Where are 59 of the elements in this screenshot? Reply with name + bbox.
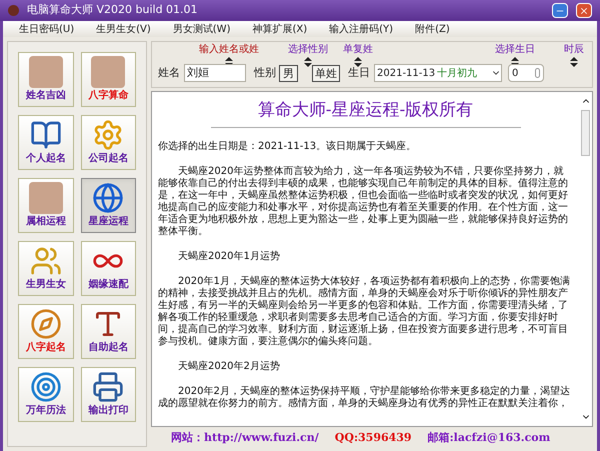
hint-label: 单复姓 [343,42,373,57]
tool-button[interactable]: 星座运程 [80,178,136,233]
tool-button[interactable]: 属相运程 [18,178,74,233]
globe-icon [91,182,126,214]
menu-item[interactable]: 生日密码(U) [19,22,74,36]
photo-placeholder [28,56,63,88]
minimize-button[interactable] [552,3,568,18]
close-icon [579,6,589,16]
photo-placeholder [91,56,126,88]
tool-button[interactable]: 输出打印 [80,367,136,422]
gender-label: 性别 [254,64,276,81]
window-title: 电脑算命大师 V2020 build 01.01 [27,2,199,18]
tool-button[interactable]: 公司起名 [80,115,136,170]
name-label: 姓名 [158,64,180,81]
pointer-icon [570,57,578,67]
birthday-select[interactable]: 2021-11-13 十月初九 [374,64,502,82]
close-button[interactable] [576,3,592,18]
printer-icon [91,371,126,403]
book-icon [28,119,63,151]
content-paragraph: 天蝎座2020年1月运势 [177,250,281,262]
surname-button[interactable]: 单姓 [312,64,340,82]
tool-button[interactable]: 姻缘速配 [80,241,136,296]
pointer-icon [304,57,312,67]
menu-item[interactable]: 男女测试(W) [172,22,230,36]
footer-text: 网站：http://www.fuzi.cn/ [171,430,319,446]
target-icon [28,371,63,403]
tool-button[interactable]: 八字算命 [80,52,136,107]
footer-text: QQ:3596439 [334,430,412,446]
menu-item[interactable]: 输入注册码(Y) [329,22,394,36]
menu-item[interactable]: 神算扩展(X) [252,22,308,36]
hour-spinner[interactable]: 0 [508,64,544,82]
tool-button[interactable]: 姓名吉凶 [18,52,74,107]
hint-label: 选择性别 [288,42,328,57]
name-input[interactable]: 刘姮 [184,64,246,82]
content-title: 算命大师-星座运程-版权所有 [258,99,474,122]
tool-button[interactable]: 自助起名 [80,304,136,359]
hint-label: 输入姓名或姓 [199,42,259,57]
pointer-icon [354,57,362,67]
footer-text: 邮箱:lacfzi@163.com [428,430,550,446]
hint-label: 选择生日 [495,42,535,57]
compass-icon [28,308,63,340]
content-paragraph: 你选择的出生日期是：2021-11-13。该日期属于天蝎座。 [158,140,418,152]
gender-button[interactable]: 男 [279,64,298,82]
tool-button[interactable]: 生男生女 [18,241,74,296]
menu-item[interactable]: 生男生女(V) [96,22,151,36]
birthday-label: 生日 [348,64,370,81]
tool-button[interactable]: 个人起名 [18,115,74,170]
tool-button[interactable]: 八字起名 [18,304,74,359]
content-paragraph: 天蝎座2020年运势整体而言较为给力，这一年各项运势较为不错，只要你坚持努力，就能够依靠自己的付出去得到丰硕的成果，也能够实现自己年前制定的具体的目标。值得注意的是，在这一年中，天蝎座虽然整体运势积极，但也会面临一些临时或者突发的状况，如何更好地提高自己的应变能力和处事水平，对你提高运势也有着至关重要的作用。在个性方面，这一年适合更为地积极外放，思想上更为豁达一些，处事上更为圆融一些，就能够保持良好运势的整体平衡。 [158,166,569,238]
hint-label: 时辰 [564,42,584,57]
menu-item[interactable]: 附件(Z) [415,22,450,36]
content-paragraph: 2020年1月，天蝎座的整体运势大体较好，各项运势都有着积极向上的态势，你需要饱满的精神，去接受挑战并且占的先机。感情方面，单身的天蝎座会对乐于听你倾诉的异性朋友产生好感，有另一半的天蝎座则会给另一半更多的包容和体贴。工作方面，你需要理清头绪，了解各项工作的轻重缓急，求职者则需要多去思考自己适合的方面。学习方面，你要安排好时间，提高自己的学习效率。财利方面，财运逐渐上扬，但在投资方面要多进行思考，不可盲目参与投机。健康方面，要注意偶尔的偏头疼问题。 [158,276,571,348]
app-icon [8,5,19,16]
photo-placeholder [28,182,63,214]
content-paragraph: 天蝎座2020年2月运势 [177,360,281,372]
tool-button[interactable]: 万年历法 [18,367,74,422]
content-paragraph: 2020年2月，天蝎座的整体运势保持平顺，守护星能够给你带来更多稳定的力量，渴望达成的愿望就在你努力的前方。感情方面，单身的天蝎座身边有优秀的异性正在默默关注着你， [158,386,571,410]
people-icon [28,245,63,277]
scroll-thumb[interactable] [581,110,590,156]
